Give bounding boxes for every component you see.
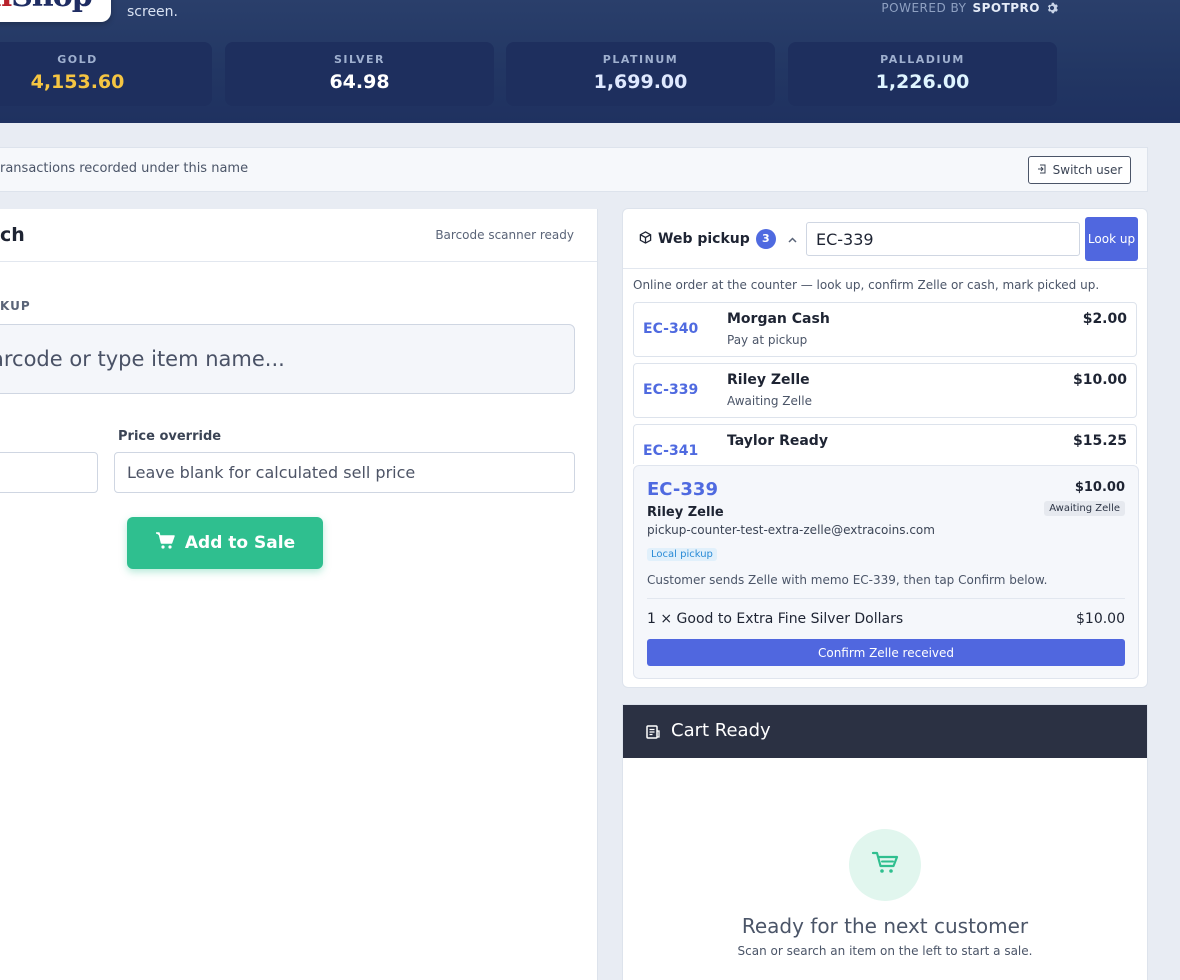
detail-line-item: 1 × Good to Extra Fine Silver Dollars [647,611,904,627]
chevron-up-icon [788,231,797,247]
metal-name: PALLADIUM [880,53,965,66]
pickup-count-badge: 3 [755,229,776,249]
detail-line-amount: $10.00 [1076,611,1125,627]
cart-icon [871,851,899,879]
quantity-field[interactable] [0,452,98,493]
panel-title: ch [0,224,25,246]
status-badge: Awaiting Zelle [1044,501,1125,516]
metal-price: 64.98 [329,71,390,93]
web-pickup-label: Web pickup [658,231,750,247]
gear-icon[interactable] [1046,2,1058,14]
price-override-label: Price override [118,429,222,444]
metal-price: 1,699.00 [593,71,688,93]
order-id: EC-339 [643,382,699,398]
user-bar-text: ransactions recorded under this name [0,161,249,176]
logo: inShop [0,0,111,22]
powered-brand: SPOTPRO [972,1,1040,15]
scan-input[interactable] [0,324,575,394]
customer-name: Morgan Cash [727,311,830,327]
receipt-icon [645,724,661,740]
tagline: screen. [127,4,178,20]
add-to-sale-button[interactable]: Add to Sale [127,517,323,569]
customer-name: Taylor Ready [727,433,828,449]
switch-user-button[interactable]: Switch user [1028,156,1131,184]
powered-by: POWERED BY SPOTPRO [881,1,1058,15]
order-detail: EC-339 $10.00 Riley Zelle Awaiting Zelle… [633,465,1139,679]
user-bar: ransactions recorded under this name Swi… [0,147,1148,192]
customer-name: Riley Zelle [727,372,810,388]
metal-price: 4,153.60 [30,71,125,93]
metal-card-silver: SILVER 64.98 [225,42,494,106]
pickup-order-list: EC-340 Morgan Cash Pay at pickup $2.00 E… [633,302,1137,464]
header-bar: inShop screen. POWERED BY SPOTPRO GOLD 4… [0,0,1180,123]
order-row[interactable]: EC-340 Morgan Cash Pay at pickup $2.00 [633,302,1137,357]
cart-title: Cart Ready [671,720,771,741]
detail-customer-name: Riley Zelle [647,505,724,520]
add-to-sale-label: Add to Sale [184,533,296,553]
metal-price: 1,226.00 [875,71,970,93]
detail-order-id: EC-339 [647,479,718,500]
order-search-input[interactable] [806,222,1080,256]
item-search-panel: ch Barcode scanner ready KUP Price overr… [0,209,598,980]
section-label: KUP [0,299,31,313]
cart-icon [155,531,175,555]
order-status: Pay at pickup [727,333,808,347]
metal-card-gold: GOLD 4,153.60 [0,42,212,106]
pickup-tag: Local pickup [647,548,717,561]
cart-panel: Cart Ready Ready for the next customer S… [622,704,1148,980]
order-row[interactable]: EC-339 Riley Zelle Awaiting Zelle $10.00 [633,363,1137,418]
panel-header: ch Barcode scanner ready [0,209,597,262]
look-up-button[interactable]: Look up [1085,217,1138,261]
metal-card-platinum: PLATINUM 1,699.00 [506,42,775,106]
switch-user-label: Switch user [1052,163,1123,177]
metal-name: SILVER [333,53,385,66]
switch-user-icon [1037,163,1047,177]
order-amount: $2.00 [1082,311,1127,327]
pickup-description: Online order at the counter — look up, c… [633,278,1100,292]
metal-name: GOLD [57,53,98,66]
order-row[interactable]: EC-341 Taylor Ready $15.25 [633,424,1137,464]
detail-instructions: Customer sends Zelle with memo EC-339, t… [647,573,1048,587]
detail-amount: $10.00 [1074,480,1125,495]
web-pickup-header: Web pickup 3 Look up [623,209,1147,269]
empty-cart-subtitle: Scan or search an item on the left to st… [737,944,1033,958]
empty-cart-badge [849,829,921,901]
detail-email: pickup-counter-test-extra-zelle@extracoi… [647,523,935,537]
price-override-input[interactable] [114,452,575,493]
metal-name: PLATINUM [602,53,679,66]
box-icon [639,230,652,248]
cart-header: Cart Ready [623,705,1147,758]
powered-label: POWERED BY [881,1,967,15]
order-id: EC-341 [643,443,699,459]
order-amount: $10.00 [1072,372,1127,388]
web-pickup-toggle[interactable]: Web pickup 3 [639,229,797,249]
web-pickup-card: Web pickup 3 Look up Online order at the… [622,208,1148,688]
scanner-status: Barcode scanner ready [435,228,574,242]
empty-cart-title: Ready for the next customer [741,914,1029,938]
order-amount: $15.25 [1072,433,1127,449]
confirm-zelle-button[interactable]: Confirm Zelle received [647,639,1125,666]
order-id: EC-340 [643,321,699,337]
divider [647,598,1125,599]
order-status: Awaiting Zelle [727,394,812,408]
metal-card-palladium: PALLADIUM 1,226.00 [788,42,1057,106]
